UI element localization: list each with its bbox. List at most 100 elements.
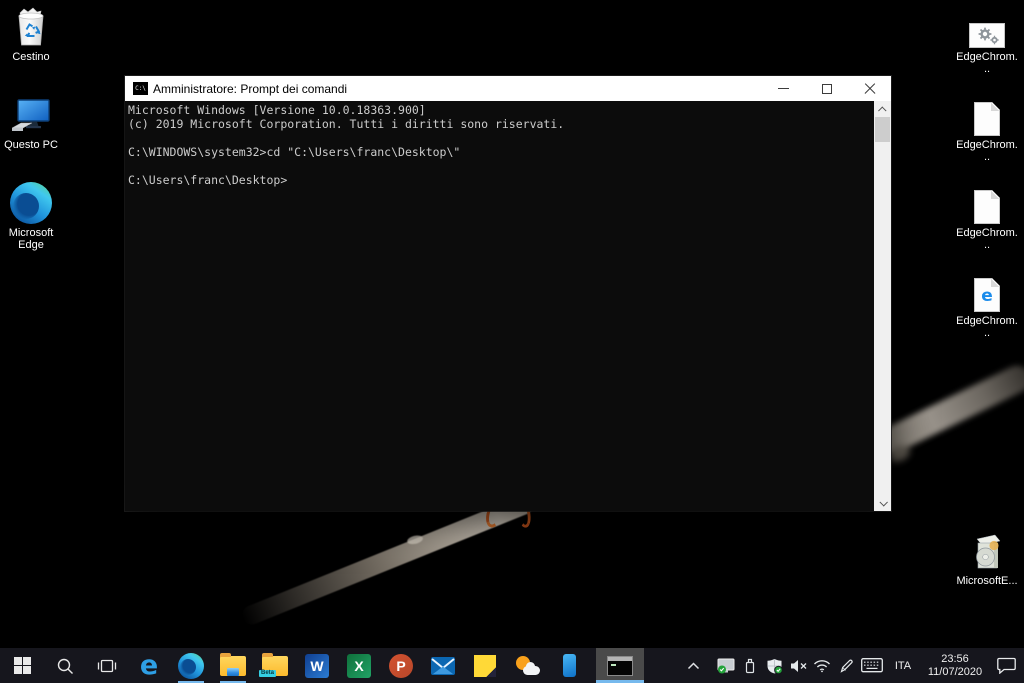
task-view-icon — [97, 658, 117, 674]
close-button[interactable] — [848, 76, 891, 101]
scroll-up-button[interactable] — [874, 102, 891, 117]
desktop-icon-recycle-bin[interactable]: Cestino — [0, 4, 62, 63]
tray-display-status[interactable] — [714, 648, 738, 683]
tray-windows-security[interactable] — [762, 648, 786, 683]
edge-html-file-icon: e — [956, 268, 1018, 312]
installer-package-icon — [956, 528, 1018, 572]
search-button[interactable] — [44, 648, 86, 683]
console-line: Microsoft Windows [Versione 10.0.18363.9… — [128, 103, 871, 117]
edge-logo-icon — [0, 180, 62, 224]
wifi-icon — [813, 659, 831, 673]
scrollbar-thumb[interactable] — [875, 117, 890, 142]
desktop-icon-label: Microsoft Edge — [8, 227, 54, 251]
cmd-window-icon: C:\ — [133, 82, 148, 95]
tray-time: 23:56 — [920, 653, 990, 666]
shield-check-icon — [766, 658, 783, 674]
pen-icon — [839, 658, 854, 674]
usb-device-icon — [744, 658, 756, 674]
taskbar-your-phone[interactable] — [548, 648, 590, 683]
settings-file-icon — [956, 4, 1018, 48]
desktop: Cestino Questo PC Microsoft Edge — [0, 0, 1024, 683]
desktop-icon-microsoft-edge[interactable]: Microsoft Edge — [0, 180, 62, 251]
chevron-down-icon — [879, 498, 887, 506]
taskbar-word[interactable]: W — [296, 648, 338, 683]
monitor-check-icon — [717, 658, 736, 674]
taskbar-edge[interactable] — [170, 648, 212, 683]
cmd-console-output[interactable]: Microsoft Windows [Versione 10.0.18363.9… — [125, 101, 891, 511]
minimize-button[interactable] — [762, 76, 805, 101]
desktop-icon-edgechrom-settings[interactable]: EdgeChrom... — [956, 4, 1018, 75]
document-icon — [956, 92, 1018, 136]
windows-logo-icon — [14, 657, 31, 674]
desktop-icon-label: EdgeChrom... — [956, 51, 1018, 75]
phone-icon — [563, 654, 576, 677]
cmd-window: C:\ Amministratore: Prompt dei comandi M… — [125, 76, 891, 511]
desktop-icon-microsofte-installer[interactable]: MicrosoftE... — [956, 528, 1018, 587]
console-line — [128, 131, 871, 145]
tray-date: 11/07/2020 — [920, 666, 990, 679]
cmd-titlebar[interactable]: C:\ Amministratore: Prompt dei comandi — [125, 76, 891, 101]
edge-letter: e — [975, 286, 999, 306]
tray-wifi[interactable] — [810, 648, 834, 683]
maximize-icon — [822, 84, 832, 94]
taskbar-sticky-notes[interactable] — [464, 648, 506, 683]
this-pc-icon — [0, 92, 62, 136]
command-prompt-icon — [607, 656, 633, 676]
edge-icon — [178, 653, 204, 679]
taskbar-powerpoint[interactable]: P — [380, 648, 422, 683]
taskbar-command-prompt-active[interactable] — [596, 648, 644, 683]
file-explorer-icon — [220, 656, 246, 676]
scroll-down-button[interactable] — [874, 495, 891, 510]
tray-language-indicator[interactable]: ITA — [886, 660, 920, 672]
desktop-icon-edgechrom-html[interactable]: e EdgeChrom... — [956, 268, 1018, 339]
maximize-button[interactable] — [805, 76, 848, 101]
tray-clock[interactable]: 23:56 11/07/2020 — [920, 652, 990, 679]
keyboard-icon — [861, 658, 883, 673]
start-button[interactable] — [0, 648, 44, 683]
taskbar-file-explorer[interactable] — [212, 648, 254, 683]
vertical-scrollbar[interactable] — [874, 101, 891, 511]
taskbar-beta-folder[interactable]: Beta — [254, 648, 296, 683]
tray-volume-muted[interactable] — [786, 648, 810, 683]
show-hidden-icons-button[interactable] — [680, 648, 706, 683]
weather-icon — [514, 655, 540, 677]
search-icon — [56, 657, 74, 675]
recycle-bin-icon — [0, 4, 62, 48]
taskbar-weather[interactable] — [506, 648, 548, 683]
desktop-icon-edgechrom-doc2[interactable]: EdgeChrom... — [956, 180, 1018, 251]
desktop-icon-label: EdgeChrom... — [956, 227, 1018, 251]
console-line: C:\Users\franc\Desktop> — [128, 173, 871, 187]
taskbar-mail[interactable] — [422, 648, 464, 683]
minimize-icon — [778, 88, 789, 89]
speaker-mute-icon — [789, 659, 808, 673]
word-icon: W — [305, 654, 329, 678]
console-line — [128, 159, 871, 173]
chevron-up-icon — [878, 106, 886, 114]
sticky-notes-icon — [474, 655, 496, 677]
taskbar: e Beta W X P — [0, 648, 1024, 683]
console-line: C:\WINDOWS\system32>cd "C:\Users\franc\D… — [128, 145, 871, 159]
wallpaper-branch-right — [875, 361, 1024, 458]
taskbar-edge-legacy[interactable]: e — [128, 648, 170, 683]
powerpoint-icon: P — [389, 654, 413, 678]
desktop-icon-edgechrom-doc1[interactable]: EdgeChrom... — [956, 92, 1018, 163]
window-title: Amministratore: Prompt dei comandi — [153, 82, 347, 96]
document-icon — [956, 180, 1018, 224]
tray-windows-ink[interactable] — [834, 648, 858, 683]
tray-touch-keyboard[interactable] — [858, 648, 886, 683]
beta-badge: Beta — [259, 670, 276, 677]
taskbar-excel[interactable]: X — [338, 648, 380, 683]
excel-icon: X — [347, 654, 371, 678]
edge-legacy-icon: e — [140, 653, 158, 679]
action-center-button[interactable] — [990, 648, 1024, 683]
desktop-icon-label: MicrosoftE... — [956, 575, 1018, 587]
desktop-icon-this-pc[interactable]: Questo PC — [0, 92, 62, 151]
mail-icon — [431, 657, 455, 675]
chevron-up-icon — [687, 662, 700, 670]
desktop-icon-label: Questo PC — [0, 139, 62, 151]
tray-safely-remove-hardware[interactable] — [738, 648, 762, 683]
desktop-icon-label: EdgeChrom... — [956, 139, 1018, 163]
console-line: (c) 2019 Microsoft Corporation. Tutti i … — [128, 117, 871, 131]
task-view-button[interactable] — [86, 648, 128, 683]
folder-icon: Beta — [262, 656, 288, 676]
